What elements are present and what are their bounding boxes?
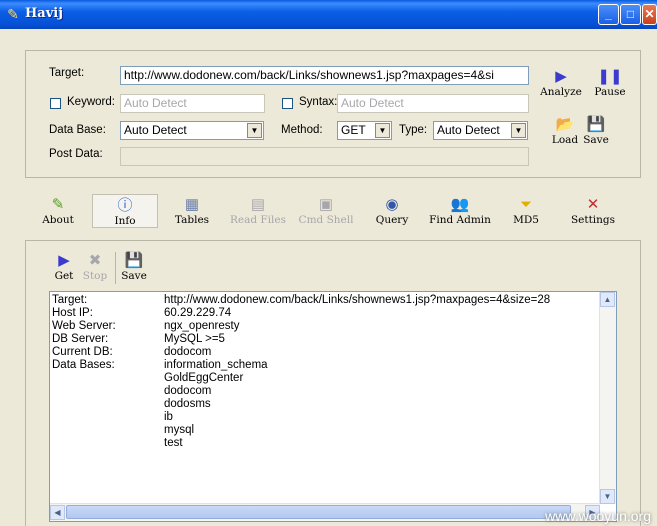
play-icon: ▶: [58, 252, 70, 269]
users-icon: 👥: [450, 196, 470, 213]
cmd-shell-button[interactable]: ▣ Cmd Shell: [296, 196, 356, 226]
funnel-icon: ⏷: [519, 196, 532, 213]
result-row: ib: [164, 411, 173, 423]
title-bar[interactable]: ✎ Havij _ □ ✕: [0, 0, 657, 29]
target-label: Target:: [49, 67, 85, 79]
results-textarea[interactable]: Target: http://www.dodonew.com/back/Links…: [49, 291, 617, 522]
result-row: dodocom: [164, 385, 212, 397]
postdata-input[interactable]: [120, 147, 529, 166]
method-label: Method:: [281, 124, 323, 136]
scroll-up-icon[interactable]: ▲: [600, 292, 615, 307]
result-row: Host IP: 60.29.229.74: [52, 307, 232, 319]
stop-icon: ✖: [88, 252, 102, 269]
result-row: Target: http://www.dodonew.com/back/Links…: [52, 294, 551, 306]
chevron-down-icon[interactable]: ▼: [375, 123, 390, 138]
about-button[interactable]: ✎ About: [40, 196, 76, 226]
result-row: dodosms: [164, 398, 211, 410]
database-select[interactable]: Auto Detect ▼: [120, 121, 264, 140]
stop-button[interactable]: ✖ Stop: [80, 252, 110, 282]
type-label: Type:: [399, 124, 428, 136]
query-icon: ◉: [385, 196, 399, 213]
result-row: DB Server: MySQL >=5: [52, 333, 225, 345]
scroll-thumb[interactable]: [66, 505, 571, 519]
floppy-icon: 💾: [586, 116, 606, 133]
target-input[interactable]: http://www.dodonew.com/back/Links/showne…: [120, 66, 529, 85]
minimize-button[interactable]: _: [598, 4, 619, 25]
floppy-icon: 💾: [124, 252, 144, 269]
load-button[interactable]: 📂 Load: [549, 116, 581, 146]
keyword-input[interactable]: Auto Detect: [120, 94, 265, 113]
havij-icon: ✎: [7, 6, 19, 22]
chevron-down-icon[interactable]: ▼: [247, 123, 262, 138]
table-icon: ▦: [184, 196, 200, 213]
pen-icon: ✎: [51, 196, 65, 213]
type-select[interactable]: Auto Detect ▼: [433, 121, 528, 140]
result-row: Current DB: dodocom: [52, 346, 212, 358]
window-title: Havij: [25, 6, 63, 21]
read-files-button[interactable]: ▤ Read Files: [226, 196, 290, 226]
method-select-value: GET: [341, 123, 366, 137]
folder-icon: 📂: [555, 116, 575, 133]
analyze-button[interactable]: ▶ Analyze: [538, 68, 584, 98]
database-label: Data Base:: [49, 124, 106, 136]
settings-button[interactable]: ✕ Settings: [566, 196, 620, 226]
result-row: mysql: [164, 424, 195, 436]
watermark: www.wooyun.org: [545, 508, 651, 524]
toolbar-divider: [115, 252, 116, 284]
close-button[interactable]: ✕: [642, 4, 657, 25]
info-icon: ⓘ: [117, 197, 133, 214]
md5-button[interactable]: ⏷ MD5: [512, 196, 540, 226]
pause-icon: ❚❚: [597, 68, 623, 85]
database-select-value: Auto Detect: [124, 123, 187, 137]
method-select[interactable]: GET ▼: [337, 121, 392, 140]
keyword-label: Keyword:: [67, 96, 115, 108]
result-row: Web Server: ngx_openresty: [52, 320, 240, 332]
get-button[interactable]: ▶ Get: [52, 252, 76, 282]
tools-icon: ✕: [586, 196, 600, 213]
document-icon: ▤: [250, 196, 266, 213]
pause-button[interactable]: ❚❚ Pause: [590, 68, 630, 98]
syntax-checkbox[interactable]: [282, 98, 293, 109]
result-row: Data Bases: information_schema: [52, 359, 268, 371]
maximize-button[interactable]: □: [620, 4, 641, 25]
type-select-value: Auto Detect: [437, 123, 500, 137]
chevron-down-icon[interactable]: ▼: [511, 123, 526, 138]
result-row: test: [164, 437, 183, 449]
find-admin-button[interactable]: 👥 Find Admin: [428, 196, 492, 226]
query-button[interactable]: ◉ Query: [374, 196, 410, 226]
syntax-label: Syntax:: [299, 96, 338, 108]
postdata-label: Post Data:: [49, 148, 103, 160]
save-config-button[interactable]: 💾 Save: [580, 116, 612, 146]
result-row: GoldEggCenter: [164, 372, 244, 384]
scroll-down-icon[interactable]: ▼: [600, 489, 615, 504]
play-icon: ▶: [555, 68, 567, 85]
scroll-left-icon[interactable]: ◀: [50, 505, 65, 520]
keyword-checkbox[interactable]: [50, 98, 61, 109]
save-results-button[interactable]: 💾 Save: [119, 252, 149, 282]
horizontal-scrollbar[interactable]: ◀ ▶: [50, 503, 600, 521]
tables-button[interactable]: ▦ Tables: [170, 196, 214, 226]
vertical-scrollbar[interactable]: ▲ ▼: [599, 292, 616, 504]
terminal-icon: ▣: [318, 196, 334, 213]
syntax-input[interactable]: Auto Detect: [337, 94, 529, 113]
info-button[interactable]: ⓘ Info: [92, 194, 158, 228]
